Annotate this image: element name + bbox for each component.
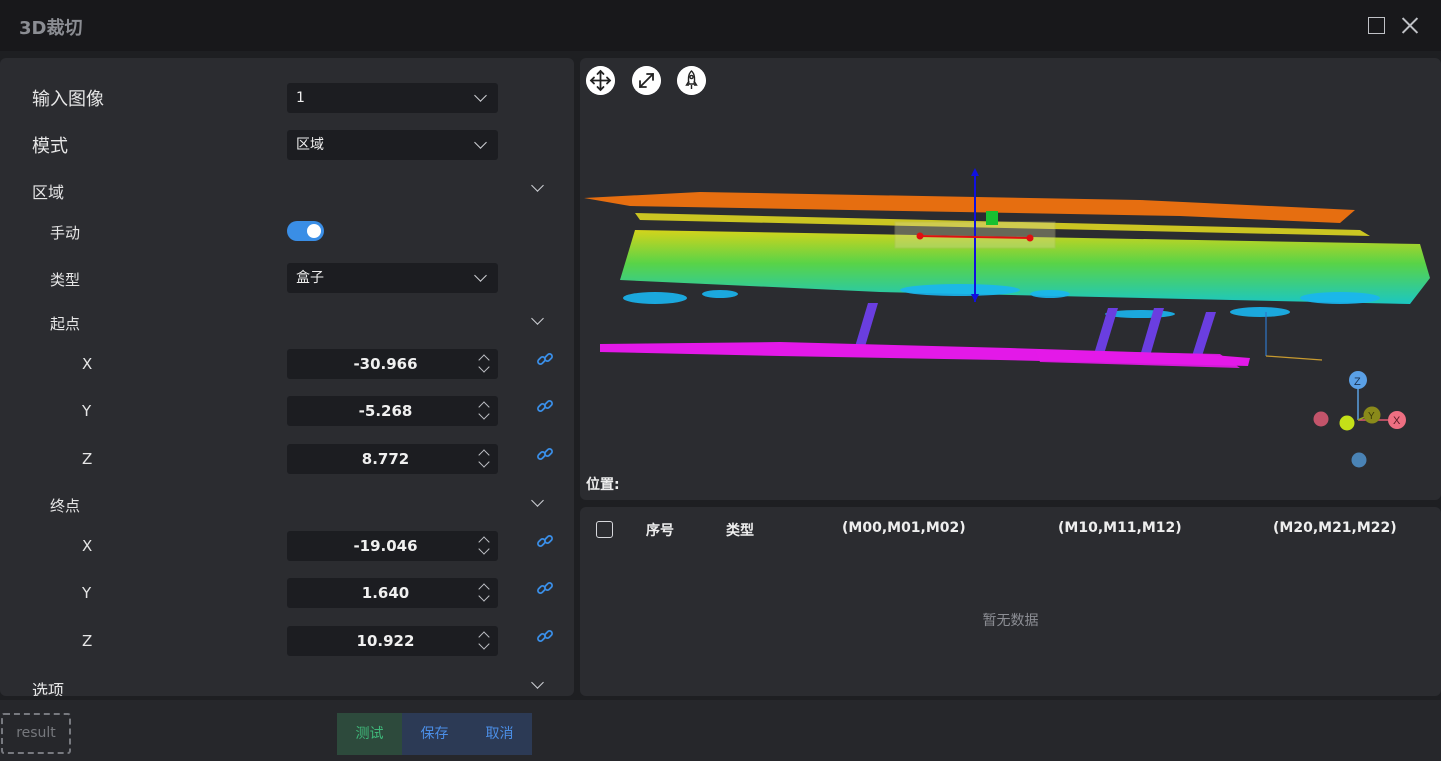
link-icon[interactable] <box>536 397 554 415</box>
position-readout: 位置: <box>586 477 620 493</box>
start-x-label: X <box>82 355 93 373</box>
select-all-checkbox[interactable] <box>596 521 613 538</box>
title-bar: 3D裁切 <box>0 0 1441 51</box>
test-button[interactable]: 测试 <box>337 713 402 755</box>
end-y-value: 1.640 <box>361 584 410 602</box>
origin-axis-line <box>1265 355 1323 361</box>
gizmo-z-label: Z <box>1354 376 1361 388</box>
gizmo-neg-z-circle[interactable] <box>1351 452 1367 468</box>
column-header-index: 序号 <box>646 523 674 539</box>
gizmo-x-label: X <box>1393 415 1401 427</box>
start-section-title: 起点 <box>50 315 81 333</box>
parameter-panel: 输入图像 1 模式 区域 区域 手动 类型 盒子 起点 X -30.966 Y … <box>0 58 574 696</box>
link-icon[interactable] <box>536 445 554 463</box>
start-x-input[interactable]: -30.966 <box>287 349 498 379</box>
window-title: 3D裁切 <box>19 18 83 39</box>
end-y-input[interactable]: 1.640 <box>287 578 498 608</box>
link-icon[interactable] <box>536 350 554 368</box>
chevron-down-icon <box>474 136 487 149</box>
end-x-value: -19.046 <box>353 537 418 555</box>
link-icon[interactable] <box>536 627 554 645</box>
close-icon[interactable] <box>1400 15 1420 35</box>
start-z-value: 8.772 <box>361 450 410 468</box>
end-section-title: 终点 <box>50 497 81 515</box>
gizmo-neg-x-circle[interactable] <box>1313 411 1329 427</box>
manual-toggle[interactable] <box>287 221 324 241</box>
transform-table: 序号 类型 (M00,M01,M02) (M10,M11,M12) (M20,M… <box>580 507 1441 696</box>
options-section-title: 选项 <box>32 681 65 696</box>
gizmo-z-arrowhead-icon <box>971 168 979 176</box>
start-y-value: -5.268 <box>358 402 413 420</box>
save-button[interactable]: 保存 <box>402 713 467 755</box>
link-icon[interactable] <box>536 532 554 550</box>
gizmo-y-label: Y <box>1368 411 1375 422</box>
start-y-input[interactable]: -5.268 <box>287 396 498 426</box>
empty-state-text: 暂无数据 <box>982 613 1039 629</box>
decrement-icon[interactable] <box>478 543 490 555</box>
mode-value: 区域 <box>296 137 324 153</box>
region-collapse-chevron-icon[interactable] <box>531 179 544 192</box>
result-port[interactable]: result <box>1 713 71 754</box>
gizmo-z-arrowhead-down-icon <box>971 294 979 302</box>
end-z-input[interactable]: 10.922 <box>287 626 498 656</box>
footer-bar: result 测试 保存 取消 <box>0 700 1441 761</box>
column-header-row2: (M20,M21,M22) <box>1273 520 1397 536</box>
column-header-type: 类型 <box>726 523 754 539</box>
start-collapse-chevron-icon[interactable] <box>531 312 544 325</box>
end-x-label: X <box>82 537 93 555</box>
gizmo-y-handle[interactable] <box>986 211 998 225</box>
column-header-row0: (M00,M01,M02) <box>842 520 966 536</box>
input-image-select[interactable]: 1 <box>287 83 498 113</box>
manual-label: 手动 <box>50 224 81 242</box>
chevron-down-icon <box>474 89 487 102</box>
start-y-label: Y <box>82 402 92 420</box>
gizmo-neg-y-circle[interactable] <box>1339 415 1355 431</box>
start-x-value: -30.966 <box>353 355 418 373</box>
end-x-input[interactable]: -19.046 <box>287 531 498 561</box>
type-select[interactable]: 盒子 <box>287 263 498 293</box>
type-value: 盒子 <box>296 270 324 286</box>
decrement-icon[interactable] <box>478 638 490 650</box>
decrement-icon[interactable] <box>478 361 490 373</box>
type-label: 类型 <box>50 271 81 289</box>
start-z-input[interactable]: 8.772 <box>287 444 498 474</box>
end-collapse-chevron-icon[interactable] <box>531 494 544 507</box>
start-z-label: Z <box>82 450 93 468</box>
end-z-label: Z <box>82 632 93 650</box>
cancel-button[interactable]: 取消 <box>467 713 532 755</box>
orientation-gizmo[interactable]: Z Y X <box>1313 371 1407 468</box>
options-collapse-chevron-icon[interactable] <box>531 676 544 689</box>
point-cloud-magenta-floor-right <box>1035 350 1240 368</box>
input-image-value: 1 <box>296 90 305 106</box>
end-z-value: 10.922 <box>356 632 415 650</box>
column-header-row1: (M10,M11,M12) <box>1058 520 1182 536</box>
mode-select[interactable]: 区域 <box>287 130 498 160</box>
input-image-label: 输入图像 <box>32 89 104 110</box>
decrement-icon[interactable] <box>478 408 490 420</box>
3d-viewer[interactable]: Z Y X 位置: <box>580 58 1441 500</box>
end-y-label: Y <box>82 584 92 602</box>
gizmo-handle-point[interactable] <box>916 232 924 240</box>
point-cloud-scene: Z Y X <box>584 168 1430 468</box>
link-icon[interactable] <box>536 579 554 597</box>
region-section-title: 区域 <box>32 183 65 202</box>
gizmo-handle-point[interactable] <box>1026 234 1034 242</box>
maximize-icon[interactable] <box>1366 15 1386 35</box>
decrement-icon[interactable] <box>478 456 490 468</box>
mode-label: 模式 <box>32 136 68 157</box>
decrement-icon[interactable] <box>478 590 490 602</box>
chevron-down-icon <box>474 269 487 282</box>
